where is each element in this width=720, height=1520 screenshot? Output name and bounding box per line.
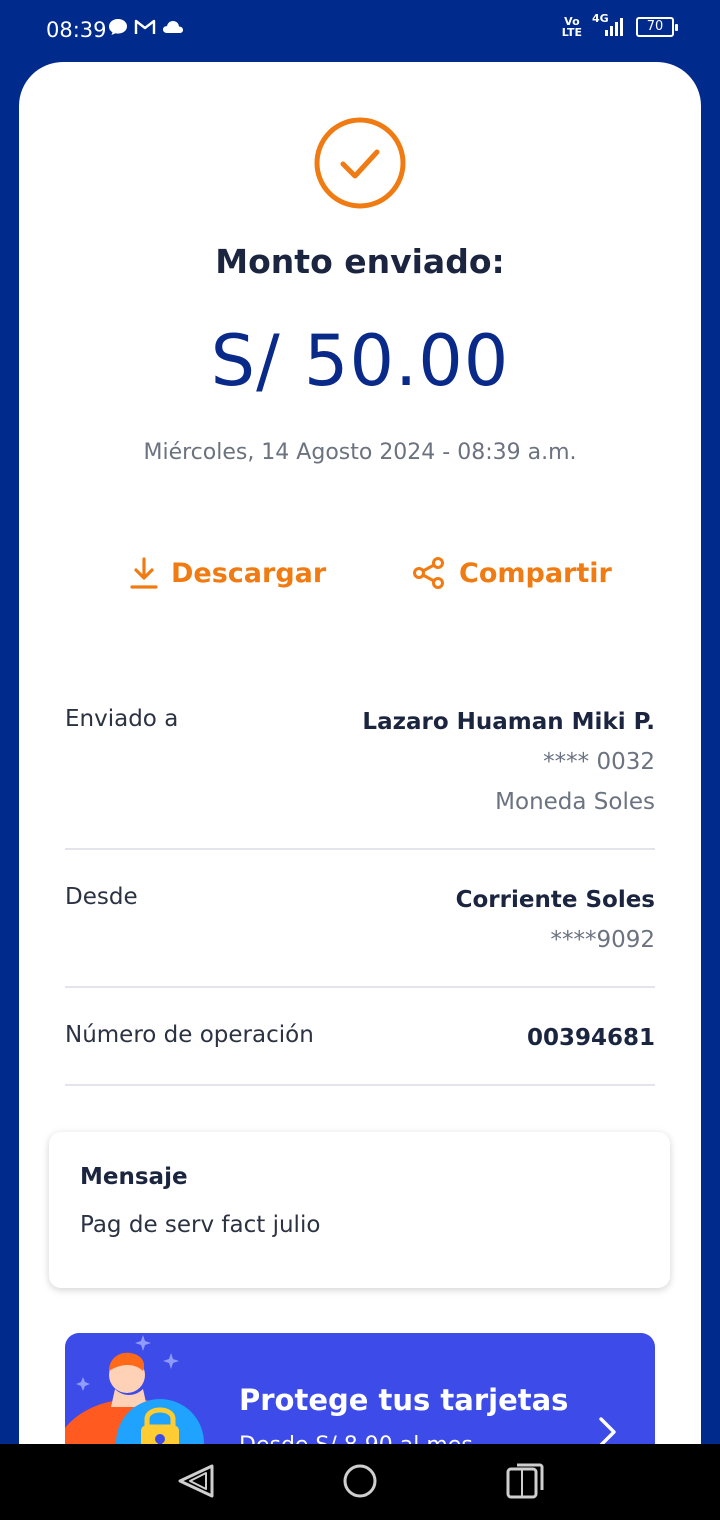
volte-line2: LTE [561, 26, 582, 39]
transaction-datetime: Miércoles, 14 Agosto 2024 - 08:39 a.m. [143, 440, 577, 465]
battery-icon: 70 [636, 17, 678, 37]
success-check-icon [314, 117, 406, 209]
message-title: Mensaje [80, 1164, 188, 1190]
operation-number: 00394681 [526, 1025, 655, 1051]
promo-title: Protege tus tarjetas [239, 1383, 569, 1417]
system-icons: Vo LTE 4G 70 [562, 12, 678, 38]
download-icon [130, 557, 158, 589]
recipient-currency: Moneda Soles [495, 789, 655, 815]
signal-bars-icon [605, 18, 623, 36]
back-triangle-icon[interactable] [176, 1462, 216, 1500]
receipt-actions: Descargar Compartir [19, 556, 701, 596]
message-card: Mensaje Pag de serv fact julio [49, 1132, 670, 1288]
notification-icons [108, 18, 184, 36]
sent-to-label: Enviado a [65, 706, 179, 732]
recipient-name: Lazaro Huaman Miki P. [362, 709, 655, 735]
operation-values: 00394681 [527, 1018, 655, 1058]
share-button[interactable]: Compartir [411, 556, 612, 590]
from-values: Corriente Soles ****9092 [456, 880, 655, 960]
battery-level: 70 [646, 19, 664, 34]
sent-to-row: Enviado a Lazaro Huaman Miki P. **** 003… [65, 702, 655, 850]
source-account: ****9092 [550, 927, 655, 953]
download-button[interactable]: Descargar [129, 556, 326, 590]
gmail-icon [134, 19, 156, 34]
download-label: Descargar [171, 557, 327, 589]
share-label: Compartir [459, 557, 612, 589]
message-body: Pag de serv fact julio [80, 1212, 321, 1238]
home-circle-icon[interactable] [342, 1462, 378, 1500]
chevron-right-icon [599, 1417, 616, 1444]
security-illustration [65, 1335, 204, 1444]
recipient-account: **** 0032 [543, 749, 655, 775]
status-time: 08:39 [46, 18, 107, 42]
chat-bubble-icon [109, 19, 127, 35]
sent-to-values: Lazaro Huaman Miki P. **** 0032 Moneda S… [362, 702, 655, 822]
cloud-icon [163, 21, 183, 33]
from-label: Desde [65, 884, 138, 910]
operation-row: Número de operación 00394681 [65, 1018, 655, 1086]
signal-icon: 4G [592, 12, 626, 38]
from-row: Desde Corriente Soles ****9092 [65, 880, 655, 988]
volte-indicator: Vo LTE [562, 16, 582, 38]
amount-value: S/ 50.00 [210, 320, 510, 402]
system-navigation-bar [0, 1444, 720, 1520]
receipt-sheet: Monto enviado: S/ 50.00 Miércoles, 14 Ag… [19, 62, 701, 1444]
promo-subtitle: Desde S/ 8.90 al mes [239, 1433, 473, 1444]
operation-label: Número de operación [65, 1022, 314, 1048]
recent-apps-icon[interactable] [505, 1462, 545, 1500]
page-title: Monto enviado: [215, 242, 505, 281]
promo-banner[interactable]: Protege tus tarjetas Desde S/ 8.90 al me… [65, 1333, 655, 1444]
status-bar: 08:39 Vo LTE 4G 70 [0, 0, 720, 64]
share-icon [413, 557, 444, 589]
source-account-type: Corriente Soles [455, 887, 655, 913]
